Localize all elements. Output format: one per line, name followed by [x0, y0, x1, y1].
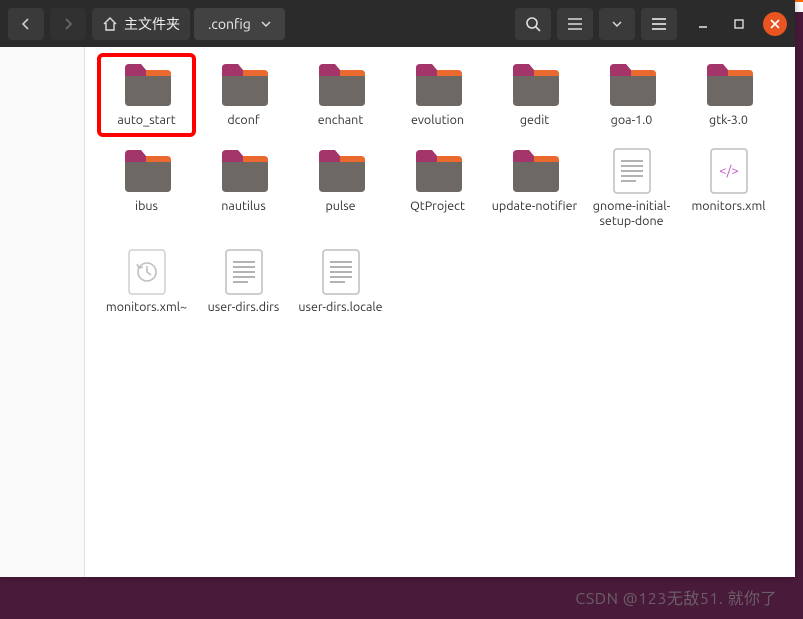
folder-item[interactable]: evolution — [390, 55, 485, 135]
item-label: monitors.xml~ — [106, 300, 187, 316]
folder-icon — [313, 147, 369, 195]
folder-item[interactable]: pulse — [293, 141, 388, 236]
text-icon — [313, 248, 369, 296]
item-label: user-dirs.locale — [298, 300, 382, 316]
breadcrumb-current-label: .config — [208, 16, 251, 32]
backup-icon — [119, 248, 175, 296]
close-icon — [770, 19, 780, 29]
item-label: evolution — [411, 113, 464, 129]
folder-item[interactable]: QtProject — [390, 141, 485, 236]
folder-icon — [216, 147, 272, 195]
item-label: gedit — [520, 113, 549, 129]
folder-icon — [313, 61, 369, 109]
folder-item[interactable]: goa-1.0 — [584, 55, 679, 135]
folder-item[interactable]: nautilus — [196, 141, 291, 236]
titlebar: 主文件夹 .config — [0, 0, 795, 47]
minimize-button[interactable] — [691, 12, 715, 36]
chevron-left-icon — [20, 18, 32, 30]
folder-item[interactable]: ibus — [99, 141, 194, 236]
item-label: ibus — [135, 199, 158, 215]
nav-forward-button[interactable] — [50, 8, 86, 40]
folder-icon — [410, 147, 466, 195]
item-label: goa-1.0 — [611, 113, 653, 129]
maximize-icon — [733, 18, 745, 30]
file-grid-area[interactable]: auto_start dconf enchant evolution gedit goa-… — [85, 47, 795, 577]
folder-icon — [410, 61, 466, 109]
folder-icon — [701, 61, 757, 109]
item-label: pulse — [325, 199, 355, 215]
caret-down-icon — [261, 21, 271, 27]
breadcrumb-home-label: 主文件夹 — [124, 14, 180, 34]
folder-item[interactable]: dconf — [196, 55, 291, 135]
view-list-button[interactable] — [557, 8, 593, 40]
file-item[interactable]: user-dirs.dirs — [196, 242, 291, 322]
folder-icon — [507, 147, 563, 195]
content-area: auto_start dconf enchant evolution gedit goa-… — [0, 47, 795, 577]
item-label: user-dirs.dirs — [208, 300, 280, 316]
folder-item[interactable]: gtk-3.0 — [681, 55, 776, 135]
breadcrumb: 主文件夹 .config — [92, 8, 285, 40]
file-item[interactable]: gnome-initial-setup-done — [584, 141, 679, 236]
item-label: QtProject — [410, 199, 465, 215]
folder-icon — [604, 61, 660, 109]
search-button[interactable] — [515, 8, 551, 40]
minimize-icon — [697, 18, 709, 30]
item-label: update-notifier — [492, 199, 577, 215]
close-button[interactable] — [763, 12, 787, 36]
folder-item[interactable]: enchant — [293, 55, 388, 135]
item-label: auto_start — [117, 113, 175, 129]
hamburger-menu-button[interactable] — [641, 8, 677, 40]
maximize-button[interactable] — [727, 12, 751, 36]
folder-item[interactable]: update-notifier — [487, 141, 582, 236]
file-item[interactable]: </> monitors.xml — [681, 141, 776, 236]
text-icon — [604, 147, 660, 195]
search-icon — [525, 16, 541, 32]
breadcrumb-home[interactable]: 主文件夹 — [92, 8, 190, 40]
folder-icon — [507, 61, 563, 109]
item-label: dconf — [227, 113, 259, 129]
hamburger-icon — [651, 17, 667, 31]
item-label: nautilus — [221, 199, 266, 215]
window-controls — [691, 12, 787, 36]
background-window-fragment — [795, 0, 803, 12]
svg-text:</>: </> — [719, 164, 738, 178]
xml-icon: </> — [701, 147, 757, 195]
item-label: gnome-initial-setup-done — [587, 199, 677, 230]
file-item[interactable]: monitors.xml~ — [99, 242, 194, 322]
chevron-right-icon — [62, 18, 74, 30]
folder-icon — [216, 61, 272, 109]
file-item[interactable]: user-dirs.locale — [293, 242, 388, 322]
item-label: gtk-3.0 — [709, 113, 748, 129]
text-icon — [216, 248, 272, 296]
file-manager-window: 主文件夹 .config — [0, 0, 795, 577]
folder-item[interactable]: gedit — [487, 55, 582, 135]
item-label: enchant — [318, 113, 363, 129]
sidebar[interactable] — [0, 47, 85, 577]
item-label: monitors.xml — [691, 199, 765, 215]
breadcrumb-current[interactable]: .config — [194, 8, 285, 40]
view-options-button[interactable] — [599, 8, 635, 40]
file-grid: auto_start dconf enchant evolution gedit goa-… — [99, 55, 781, 322]
nav-back-button[interactable] — [8, 8, 44, 40]
folder-icon — [119, 61, 175, 109]
list-icon — [567, 17, 583, 31]
caret-down-icon — [612, 21, 622, 27]
home-icon — [102, 16, 118, 32]
folder-item[interactable]: auto_start — [99, 55, 194, 135]
folder-icon — [119, 147, 175, 195]
